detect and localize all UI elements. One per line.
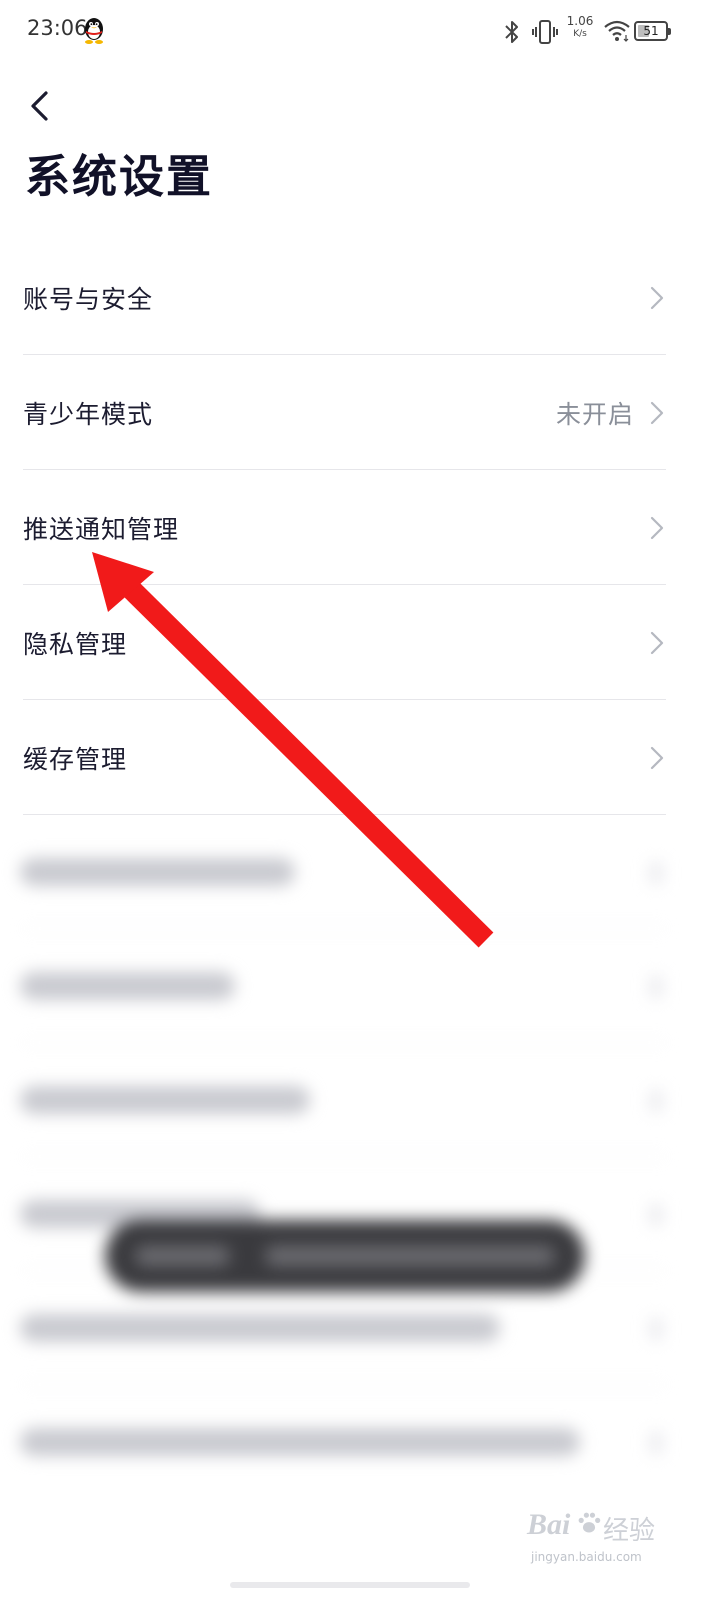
status-bar: 23:06 1.06 K/s 51 [0,0,702,66]
blurred-chevron [650,1204,662,1226]
blurred-row [20,1086,310,1114]
paw-icon [578,1512,601,1533]
blurred-row [20,1314,500,1342]
chevron-right-icon [650,631,664,655]
settings-item-youth-mode[interactable]: 青少年模式 未开启 [23,355,666,470]
chevron-right-icon [650,746,664,770]
vibrate-icon [532,20,558,44]
settings-item-label: 青少年模式 [23,400,154,429]
blurred-divider [23,1156,666,1157]
settings-item-cache[interactable]: 缓存管理 [23,700,666,815]
qq-penguin-icon [85,18,103,44]
blurred-row [20,972,235,1000]
blurred-chevron [650,862,662,884]
settings-item-privacy[interactable]: 隐私管理 [23,585,666,700]
home-indicator[interactable] [230,1582,470,1588]
settings-item-value: 未开启 [555,400,634,429]
network-speed: 1.06 K/s [565,15,595,39]
battery-level: 51 [643,24,659,38]
blurred-row [20,1428,580,1456]
watermark-cn: 经验 [603,1516,656,1546]
chevron-right-icon [650,401,664,425]
settings-item-label: 推送通知管理 [23,515,180,544]
chevron-right-icon [650,286,664,310]
blurred-toast-text [265,1246,555,1266]
back-button[interactable] [22,86,62,126]
blurred-chevron [650,976,662,998]
settings-item-account-security[interactable]: 账号与安全 [23,240,666,355]
settings-item-label: 缓存管理 [23,745,128,774]
wifi-icon [604,20,630,42]
settings-item-label: 账号与安全 [23,285,154,314]
page-title: 系统设置 [25,150,214,203]
network-speed-unit: K/s [573,29,587,39]
blurred-settings-region [0,820,702,1600]
baidu-watermark: Bai 经验 jingyan.baidu.com [527,1500,667,1580]
watermark-brand: Bai [527,1508,571,1541]
blurred-divider [23,1384,666,1385]
blurred-chevron [650,1318,662,1340]
chevron-right-icon [650,516,664,540]
chevron-left-icon [31,91,48,121]
blurred-content [0,820,702,1600]
blurred-chevron [650,1432,662,1454]
blurred-divider [23,1042,666,1043]
settings-list: 账号与安全 青少年模式 未开启 推送通知管理 隐私管理 缓存管理 [23,240,666,815]
network-speed-value: 1.06 [566,14,594,28]
battery-indicator: 51 [634,21,671,41]
settings-item-push-notifications[interactable]: 推送通知管理 [23,470,666,585]
status-time: 23:06 [27,16,88,40]
blurred-row [20,858,295,886]
watermark-url: jingyan.baidu.com [531,1550,642,1564]
blurred-chevron [650,1090,662,1112]
settings-item-label: 隐私管理 [23,630,128,659]
bluetooth-icon [505,21,518,43]
blurred-toast-text [135,1246,230,1266]
blurred-divider [23,928,666,929]
